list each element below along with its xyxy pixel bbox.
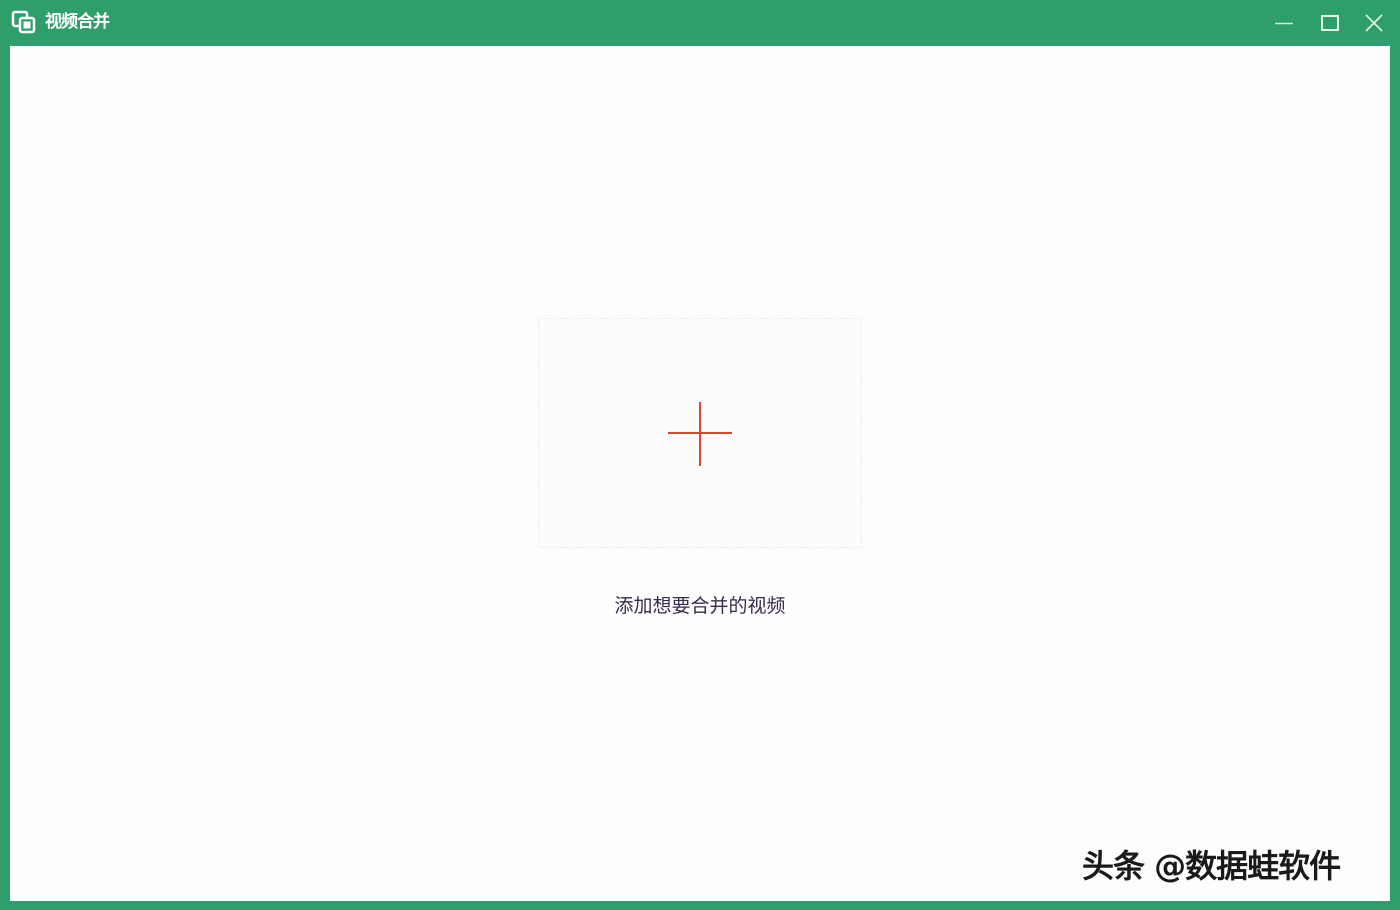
- close-icon: [1365, 14, 1383, 32]
- add-video-dropzone[interactable]: [538, 318, 862, 548]
- maximize-icon: [1321, 15, 1339, 31]
- add-video-label[interactable]: 添加想要合并的视频: [500, 592, 900, 620]
- maximize-button[interactable]: [1307, 0, 1353, 46]
- minimize-icon: [1275, 22, 1293, 25]
- app-logo-icon: [11, 10, 36, 34]
- watermark-text: 头条 @数据蛙软件: [1082, 847, 1341, 885]
- main-content: 添加想要合并的视频: [10, 46, 1390, 901]
- app-window: 视频合并 添加想要合并的视频 头条 @数据蛙软件: [0, 0, 1400, 910]
- plus-icon: [668, 402, 732, 466]
- title-bar[interactable]: 视频合并: [0, 0, 1400, 46]
- window-title: 视频合并: [45, 12, 110, 32]
- close-button[interactable]: [1351, 0, 1397, 46]
- minimize-button[interactable]: [1261, 0, 1307, 46]
